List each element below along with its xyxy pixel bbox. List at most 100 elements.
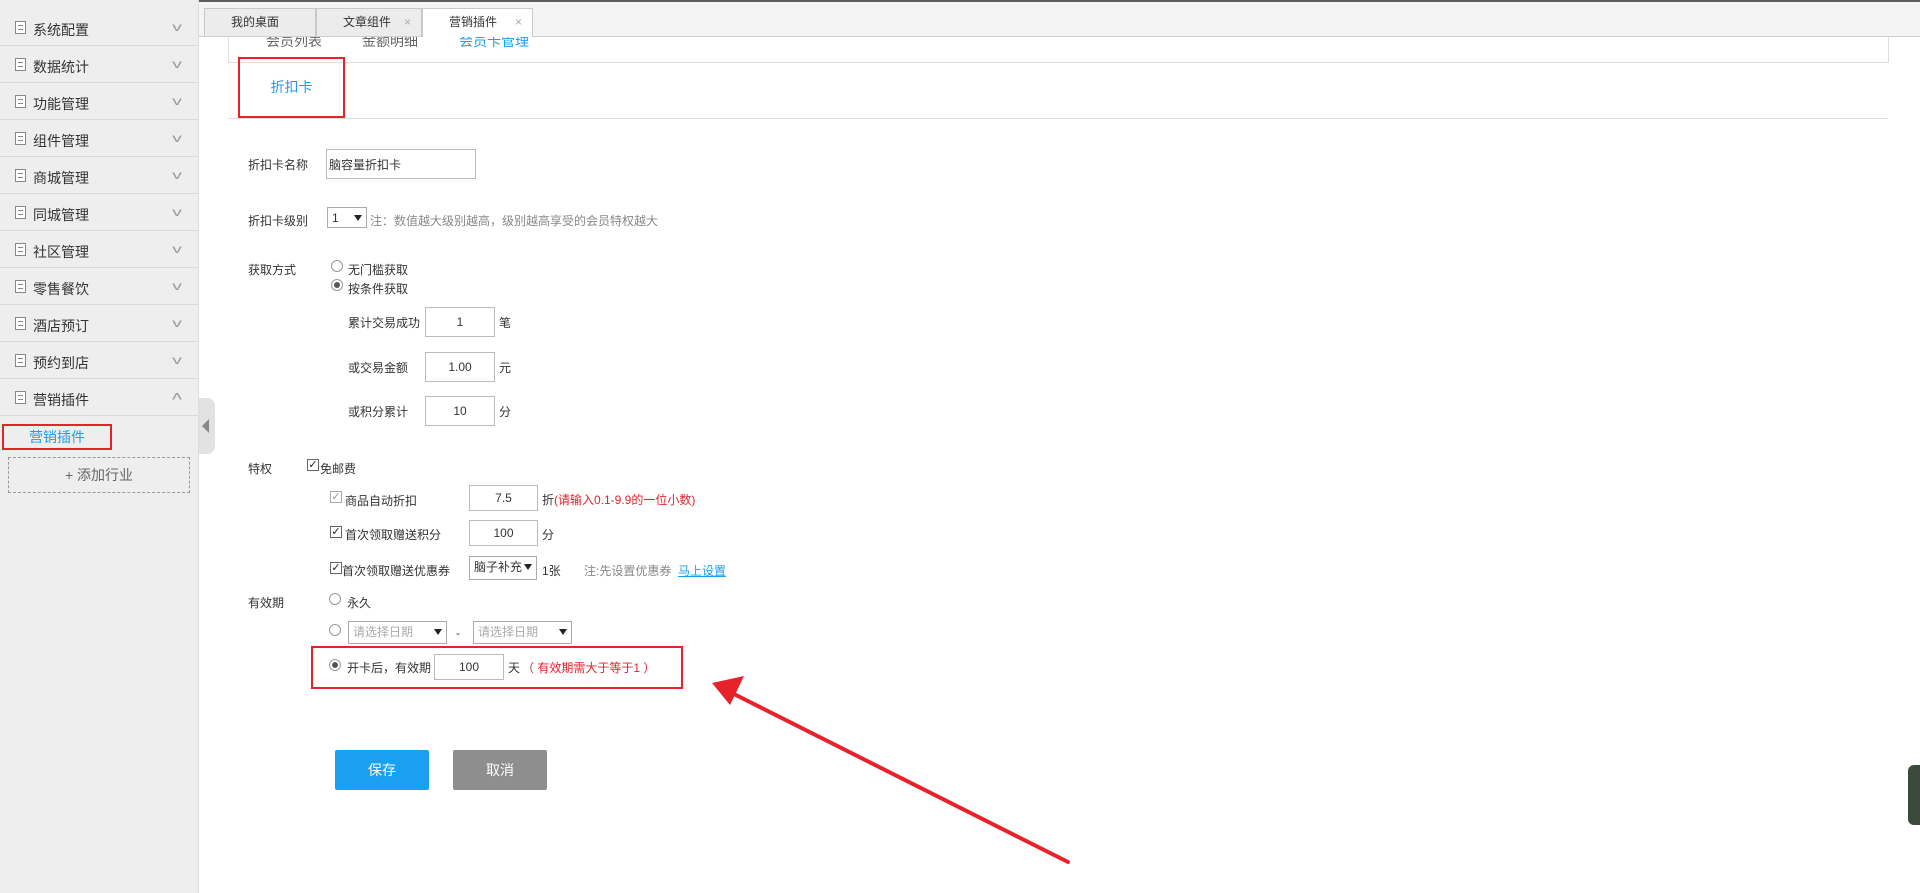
date-range-dash: - [456, 626, 460, 640]
tab-marketing-plugin[interactable]: 营销插件 × [422, 8, 533, 37]
dropdown-caret-icon [354, 215, 362, 221]
card-level-note: 注：数值越大级别越高，级别越高享受的会员特权越大 [370, 214, 659, 228]
coupon-select[interactable]: 脑子补充 [469, 556, 537, 580]
sidebar-item-label: 零售餐饮 [33, 281, 89, 297]
first-coupon-checkbox[interactable]: ✓ [330, 562, 342, 574]
tab-discount-card[interactable]: 折扣卡 [238, 57, 345, 118]
condition-amount-input[interactable] [425, 352, 495, 382]
auto-discount-hint: (请输入0.1-9.9的一位小数) [554, 493, 696, 507]
auto-discount-unit: 折 [542, 493, 555, 507]
acquire-free-radio[interactable] [331, 260, 343, 272]
acquire-condition-label: 按条件获取 [348, 282, 409, 296]
tab-article-component[interactable]: 文章组件 × [316, 8, 422, 36]
tab-my-desktop[interactable]: 我的桌面 [204, 8, 316, 36]
sidebar-item-label: 营销插件 [33, 392, 89, 408]
sidebar-item-label: 同城管理 [33, 207, 89, 223]
chevron-down-icon: v [172, 20, 182, 34]
sidebar-item-appointment[interactable]: 预约到店 v [0, 343, 198, 379]
subnav-member-list[interactable]: 会员列表 [266, 37, 322, 51]
member-subnav: 会员列表 金额明细 会员卡管理 [228, 37, 1889, 63]
dropdown-caret-icon [434, 629, 442, 635]
sidebar-item-label: 预约到店 [33, 355, 89, 371]
sidebar-item-label: 酒店预订 [33, 318, 89, 334]
setup-coupon-link[interactable]: 马上设置 [678, 562, 726, 579]
validity-range-radio[interactable] [329, 624, 341, 636]
chevron-down-icon: v [172, 279, 182, 293]
card-level-label: 折扣卡级别 [248, 214, 309, 228]
condition-amount-unit: 元 [499, 361, 512, 375]
acquire-label: 获取方式 [248, 263, 297, 277]
free-shipping-checkbox[interactable]: ✓ [307, 459, 319, 471]
sidebar-item-hotel-booking[interactable]: 酒店预订 v [0, 306, 198, 342]
scroll-handle[interactable] [1908, 765, 1920, 825]
sidebar-collapse-handle[interactable] [199, 398, 215, 454]
document-icon [15, 21, 26, 34]
chevron-down-icon: v [172, 316, 182, 330]
sidebar-item-label: 组件管理 [33, 133, 89, 149]
sidebar-item-retail-dining[interactable]: 零售餐饮 v [0, 269, 198, 305]
dropdown-caret-icon [559, 629, 567, 635]
document-icon [15, 206, 26, 219]
acquire-condition-radio[interactable] [331, 279, 343, 291]
document-icon [15, 280, 26, 293]
sidebar-subitem-marketing-plugin[interactable]: 营销插件 [2, 424, 112, 450]
validity-label: 有效期 [248, 596, 285, 610]
validity-days-input[interactable] [434, 654, 504, 680]
document-icon [15, 58, 26, 71]
sidebar-item-function-mgmt[interactable]: 功能管理 v [0, 84, 198, 120]
condition-trade-input[interactable] [425, 307, 495, 337]
chevron-down-icon: v [172, 242, 182, 256]
sidebar-item-local-mgmt[interactable]: 同城管理 v [0, 195, 198, 231]
card-name-label: 折扣卡名称 [248, 158, 309, 172]
condition-trade-label: 累计交易成功 [348, 316, 421, 330]
first-points-unit: 分 [542, 528, 555, 542]
document-icon [15, 169, 26, 182]
chevron-down-icon: v [172, 168, 182, 182]
sidebar-item-community-mgmt[interactable]: 社区管理 v [0, 232, 198, 268]
auto-discount-label: 商品自动折扣 [345, 494, 418, 508]
card-level-select[interactable]: 1 [327, 207, 367, 228]
dropdown-caret-icon [524, 564, 532, 570]
first-points-input[interactable] [469, 520, 538, 546]
subnav-amount-detail[interactable]: 金额明细 [362, 37, 418, 51]
auto-discount-checkbox[interactable]: ✓ [330, 491, 342, 503]
condition-amount-label: 或交易金额 [348, 361, 409, 375]
first-points-label: 首次领取赠送积分 [345, 528, 442, 542]
card-name-input[interactable] [326, 149, 476, 179]
condition-trade-unit: 笔 [499, 316, 512, 330]
collapse-left-icon [202, 419, 209, 433]
validity-after-open-radio[interactable] [329, 659, 341, 671]
tab-label: 文章组件 [343, 15, 392, 29]
validity-forever-radio[interactable] [329, 593, 341, 605]
end-date-picker[interactable]: 请选择日期 [473, 621, 572, 644]
sidebar-item-data-stats[interactable]: 数据统计 v [0, 47, 198, 83]
section-divider [228, 118, 1888, 119]
free-shipping-label: 免邮费 [320, 462, 357, 476]
chevron-up-icon: v [172, 390, 182, 404]
subnav-member-card-mgmt[interactable]: 会员卡管理 [448, 37, 529, 51]
chevron-down-icon: v [172, 94, 182, 108]
document-icon [15, 243, 26, 256]
document-icon [15, 95, 26, 108]
sidebar-item-label: 系统配置 [33, 22, 89, 38]
auto-discount-input[interactable] [469, 485, 538, 511]
sidebar-item-label: 功能管理 [33, 96, 89, 112]
save-button[interactable]: 保存 [335, 750, 429, 790]
sidebar-item-label: 社区管理 [33, 244, 89, 260]
first-coupon-label: 首次领取赠送优惠券 [342, 564, 451, 578]
acquire-free-label: 无门槛获取 [348, 263, 409, 277]
coupon-count: 1张 [542, 564, 561, 578]
close-icon[interactable]: × [515, 9, 522, 35]
validity-hint: （ 有效期需大于等于1 ） [522, 661, 656, 675]
start-date-picker[interactable]: 请选择日期 [348, 621, 447, 644]
condition-points-input[interactable] [425, 396, 495, 426]
sidebar-item-marketing-plugin[interactable]: 营销插件 v [0, 380, 198, 416]
sidebar-item-component-mgmt[interactable]: 组件管理 v [0, 121, 198, 157]
sidebar-item-system-config[interactable]: 系统配置 v [0, 10, 198, 46]
close-icon[interactable]: × [404, 9, 411, 35]
chevron-down-icon: v [172, 131, 182, 145]
add-industry-button[interactable]: + 添加行业 [8, 457, 190, 493]
cancel-button[interactable]: 取消 [453, 750, 547, 790]
sidebar-item-mall-mgmt[interactable]: 商城管理 v [0, 158, 198, 194]
first-points-checkbox[interactable]: ✓ [330, 526, 342, 538]
